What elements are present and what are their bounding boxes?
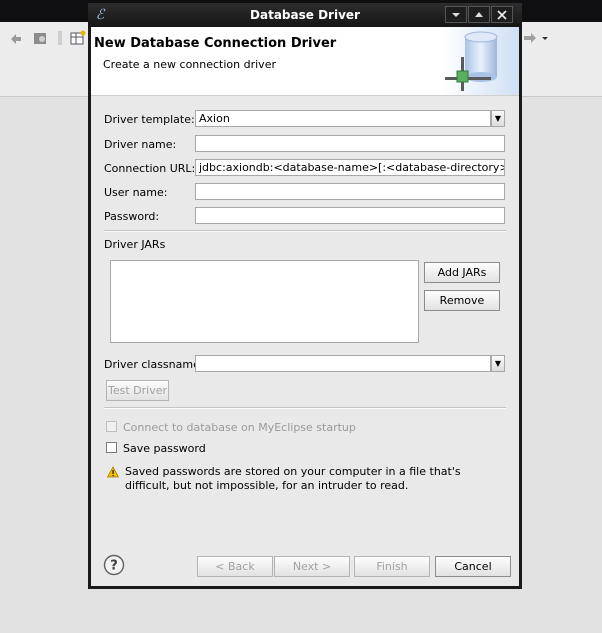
wizard-page-description: Create a new connection driver	[103, 58, 276, 71]
database-driver-dialog: ℰ Database Driver New Database Connectio…	[88, 3, 522, 589]
warning-icon	[106, 466, 120, 478]
help-icon[interactable]: ?	[103, 554, 125, 576]
password-input[interactable]	[195, 207, 505, 224]
finish-button[interactable]: Finish	[354, 556, 430, 577]
add-jars-button[interactable]: Add JARs	[424, 262, 500, 283]
toolbar-back-icon[interactable]	[8, 30, 24, 46]
dialog-title-bar[interactable]: ℰ Database Driver	[88, 3, 522, 27]
user-name-input[interactable]	[195, 183, 505, 200]
connection-url-label: Connection URL:	[104, 162, 196, 175]
finish-button-label: Finish	[376, 560, 408, 573]
save-password-label: Save password	[123, 442, 206, 455]
remove-jar-button[interactable]: Remove	[424, 290, 500, 311]
cancel-button[interactable]: Cancel	[435, 556, 511, 577]
password-warning-text: Saved passwords are stored on your compu…	[125, 465, 461, 492]
separator	[104, 230, 506, 232]
toolbar-dropdown-icon[interactable]	[540, 30, 550, 46]
next-button-label: Next >	[292, 560, 332, 573]
database-driver-icon	[441, 27, 519, 95]
driver-jars-list[interactable]	[110, 260, 419, 343]
driver-template-label: Driver template:	[104, 113, 195, 126]
chevron-down-icon[interactable]: ▼	[491, 110, 505, 127]
separator	[104, 407, 506, 409]
save-password-checkbox[interactable]	[106, 442, 117, 453]
driver-jars-label: Driver JARs	[104, 238, 166, 251]
maximize-button[interactable]	[468, 6, 490, 23]
driver-name-label: Driver name:	[104, 138, 177, 151]
driver-classname-label: Driver classname:	[104, 358, 204, 371]
password-label: Password:	[104, 210, 160, 223]
driver-classname-combo[interactable]	[195, 355, 491, 372]
back-button[interactable]: < Back	[197, 556, 273, 577]
svg-text:?: ?	[110, 559, 118, 574]
toolbar-forward-icon[interactable]	[522, 30, 538, 46]
dialog-client-area: New Database Connection Driver Create a …	[91, 27, 519, 586]
test-driver-button[interactable]: Test Driver	[106, 380, 169, 401]
wizard-header: New Database Connection Driver Create a …	[91, 27, 519, 96]
connect-on-startup-label: Connect to database on MyEclipse startup	[123, 421, 356, 434]
next-button[interactable]: Next >	[274, 556, 350, 577]
close-button[interactable]	[491, 6, 513, 23]
cancel-button-label: Cancel	[454, 560, 492, 573]
minimize-button[interactable]	[445, 6, 467, 23]
back-button-label: < Back	[215, 560, 255, 573]
toolbar-disk-icon[interactable]	[32, 30, 48, 46]
toolbar-table-icon[interactable]	[70, 30, 86, 46]
wizard-page-title: New Database Connection Driver	[94, 36, 337, 51]
connect-on-startup-checkbox[interactable]	[106, 421, 117, 432]
toolbar-separator	[52, 30, 68, 46]
chevron-down-icon[interactable]: ▼	[491, 355, 505, 372]
driver-name-input[interactable]	[195, 135, 505, 152]
driver-template-combo[interactable]: Axion	[195, 110, 491, 127]
user-name-label: User name:	[104, 186, 168, 199]
connection-url-input[interactable]: jdbc:axiondb:<database-name>[:<database-…	[195, 159, 505, 176]
